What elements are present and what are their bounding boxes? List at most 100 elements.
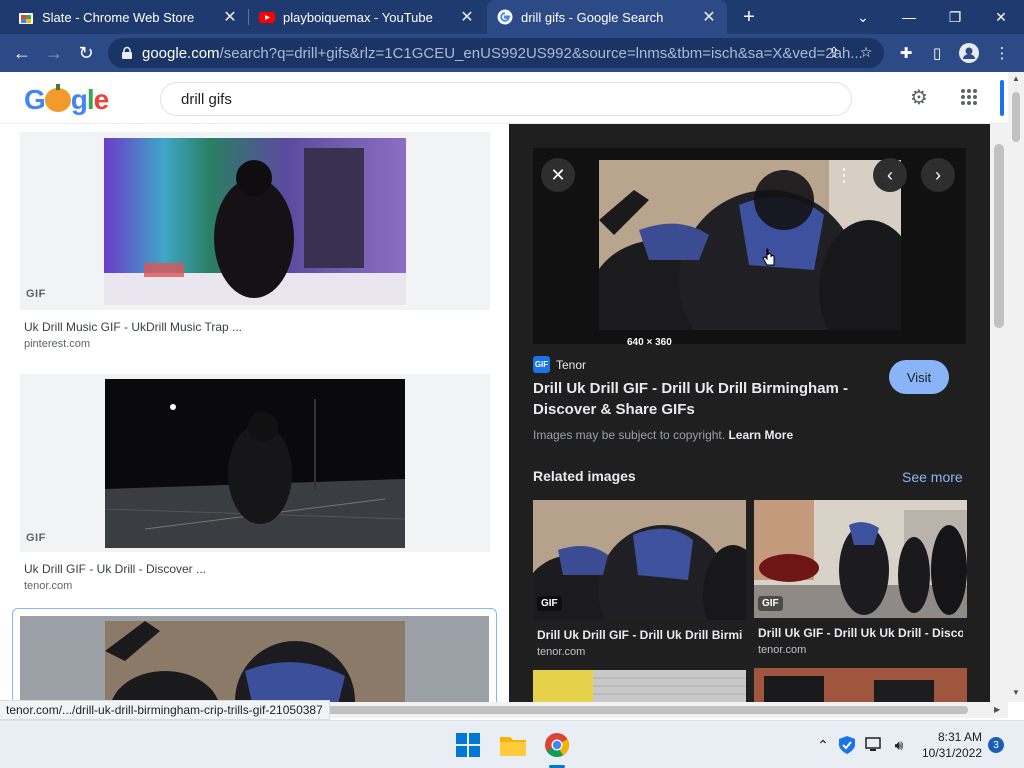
result-title[interactable]: Uk Drill Music GIF - UkDrill Music Trap … xyxy=(24,320,242,334)
close-icon[interactable]: ✕ xyxy=(222,9,238,26)
settings-gear-icon[interactable]: ⚙ xyxy=(906,84,932,110)
mouse-cursor-icon xyxy=(762,248,775,266)
related-title[interactable]: Drill Uk GIF - Drill Uk Uk Drill - Disco… xyxy=(758,626,963,640)
pumpkin-doodle-icon xyxy=(44,84,71,112)
notification-badge[interactable]: 3 xyxy=(988,737,1004,753)
search-input[interactable]: drill gifs xyxy=(160,82,852,116)
url-path: /search?q=drill+gifs&rlz=1C1GCEU_enUS992… xyxy=(219,44,863,62)
reload-icon[interactable]: ↻ xyxy=(73,40,99,66)
related-image-card[interactable] xyxy=(754,668,967,702)
chevron-up-icon[interactable]: ⌃ xyxy=(813,735,833,755)
related-thumbnail[interactable] xyxy=(533,500,746,620)
preview-scrollbar[interactable] xyxy=(990,124,1008,702)
related-source: tenor.com xyxy=(758,644,807,656)
image-result-card-selected[interactable] xyxy=(12,608,497,702)
side-panel-icon[interactable]: ▯ xyxy=(926,42,948,64)
result-source: pinterest.com xyxy=(24,338,91,350)
next-image-button[interactable]: › xyxy=(921,158,955,192)
chrome-icon[interactable] xyxy=(543,731,571,759)
related-image-card[interactable] xyxy=(533,670,746,702)
related-source: tenor.com xyxy=(537,646,586,658)
result-thumbnail[interactable] xyxy=(105,379,405,548)
close-icon[interactable]: ✕ xyxy=(701,9,717,26)
tab-chrome-web-store[interactable]: Slate - Chrome Web Store ✕ xyxy=(8,0,248,34)
tab-title: drill gifs - Google Search xyxy=(521,9,664,25)
related-thumbnail[interactable] xyxy=(533,670,746,702)
clock-date: 10/31/2022 xyxy=(921,746,982,760)
result-thumbnail[interactable] xyxy=(105,621,405,702)
preview-title[interactable]: Drill Uk Drill GIF - Drill Uk Drill Birm… xyxy=(533,378,853,420)
preview-source[interactable]: GIF Tenor xyxy=(533,356,586,373)
restore-button[interactable]: ❐ xyxy=(932,0,978,34)
tab-title: Slate - Chrome Web Store xyxy=(42,9,195,25)
tab-youtube[interactable]: playboiquemax - YouTube ✕ xyxy=(249,0,485,34)
image-dimensions: 640 × 360 xyxy=(627,337,672,348)
windows-start-icon[interactable] xyxy=(454,731,482,759)
tab-search-icon[interactable]: ⌄ xyxy=(840,0,886,34)
volume-icon[interactable]: 🔊︎ xyxy=(889,735,909,755)
preview-stage: 640 × 360 ✕ ⋮ ‹ › xyxy=(533,148,966,348)
image-result-card[interactable]: GIF Uk Drill Music GIF - UkDrill Music T… xyxy=(20,132,490,354)
close-window-button[interactable]: ✕ xyxy=(978,0,1024,34)
file-explorer-icon[interactable] xyxy=(499,731,527,759)
url-domain: google.com xyxy=(142,44,220,62)
result-source: tenor.com xyxy=(24,580,73,592)
image-preview-panel: 640 × 360 ✕ ⋮ ‹ › GIF Tenor Drill Uk Dri… xyxy=(509,124,990,702)
chrome-menu-icon[interactable]: ⋮ xyxy=(991,42,1013,64)
see-more-link[interactable]: See more xyxy=(902,469,963,485)
browser-toolbar: ← → ↻ google.com/search?q=drill+gifs&rlz… xyxy=(0,34,1024,72)
apps-grid-icon[interactable] xyxy=(956,84,982,110)
back-icon[interactable]: ← xyxy=(9,40,35,66)
extensions-icon[interactable]: ✚ xyxy=(895,42,917,64)
previous-image-button[interactable]: ‹ xyxy=(873,158,907,192)
learn-more-link[interactable]: Learn More xyxy=(728,428,793,442)
profile-edge-indicator xyxy=(1000,80,1004,116)
related-thumbnail[interactable] xyxy=(754,500,967,618)
scroll-right-icon[interactable]: ▶ xyxy=(994,705,1000,714)
related-image-card[interactable]: GIF Drill Uk GIF - Drill Uk Uk Drill - D… xyxy=(754,500,967,664)
image-result-card[interactable]: GIF Uk Drill GIF - Uk Drill - Discover .… xyxy=(20,374,490,596)
minimize-button[interactable]: — xyxy=(886,0,932,34)
taskbar-clock[interactable]: 8:31 AM 10/31/2022 xyxy=(918,729,982,761)
address-bar[interactable]: google.com/search?q=drill+gifs&rlz=1C1GC… xyxy=(108,38,884,68)
gif-badge: GIF xyxy=(758,596,783,611)
youtube-icon xyxy=(259,12,275,23)
gif-badge: GIF xyxy=(26,288,46,300)
google-header: Ggle drill gifs ⚙ xyxy=(0,72,1008,179)
visit-button[interactable]: Visit xyxy=(889,360,949,394)
source-name: Tenor xyxy=(556,357,587,372)
tab-google-search[interactable]: drill gifs - Google Search ✕ xyxy=(487,0,727,34)
scroll-up-icon[interactable]: ▲ xyxy=(1012,74,1020,83)
search-query: drill gifs xyxy=(181,90,232,108)
close-icon[interactable]: ✕ xyxy=(459,9,475,26)
related-images-heading: Related images xyxy=(533,468,636,484)
close-preview-button[interactable]: ✕ xyxy=(541,158,575,192)
scrollbar-thumb[interactable] xyxy=(994,144,1004,328)
related-thumbnail[interactable] xyxy=(754,668,967,702)
result-title[interactable]: Uk Drill GIF - Uk Drill - Discover ... xyxy=(24,562,206,576)
link-status-bubble: tenor.com/.../drill-uk-drill-birmingham-… xyxy=(0,700,330,720)
scrollbar-thumb[interactable] xyxy=(1012,92,1020,142)
chrome-web-store-icon xyxy=(19,13,33,24)
new-tab-button[interactable]: + xyxy=(737,5,761,29)
share-icon[interactable]: ⇪ xyxy=(824,42,844,62)
close-icon: ✕ xyxy=(550,164,566,185)
tab-strip: Slate - Chrome Web Store ✕ playboiquemax… xyxy=(0,0,1024,34)
tab-title: playboiquemax - YouTube xyxy=(283,9,433,25)
gif-badge: GIF xyxy=(537,596,562,611)
network-icon[interactable] xyxy=(864,735,884,755)
forward-icon[interactable]: → xyxy=(41,40,67,66)
scroll-down-icon[interactable]: ▼ xyxy=(1012,688,1020,697)
bookmark-star-icon[interactable]: ☆ xyxy=(856,42,876,62)
google-logo[interactable]: Ggle xyxy=(24,84,109,116)
copyright-notice: Images may be subject to copyright. Lear… xyxy=(533,428,793,442)
copyright-text: Images may be subject to copyright. xyxy=(533,428,726,442)
page-scrollbar[interactable]: ▲ ▼ xyxy=(1008,72,1024,702)
profile-avatar-icon[interactable] xyxy=(958,42,980,64)
windows-taskbar: ⌃ 🔊︎ 8:31 AM 10/31/2022 3 xyxy=(0,720,1024,768)
more-options-icon[interactable]: ⋮ xyxy=(827,158,861,192)
related-image-card[interactable]: GIF Drill Uk Drill GIF - Drill Uk Drill … xyxy=(533,500,746,664)
security-shield-icon[interactable] xyxy=(837,735,857,755)
result-thumbnail[interactable] xyxy=(104,138,406,305)
related-title[interactable]: Drill Uk Drill GIF - Drill Uk Drill Birm… xyxy=(537,628,742,642)
